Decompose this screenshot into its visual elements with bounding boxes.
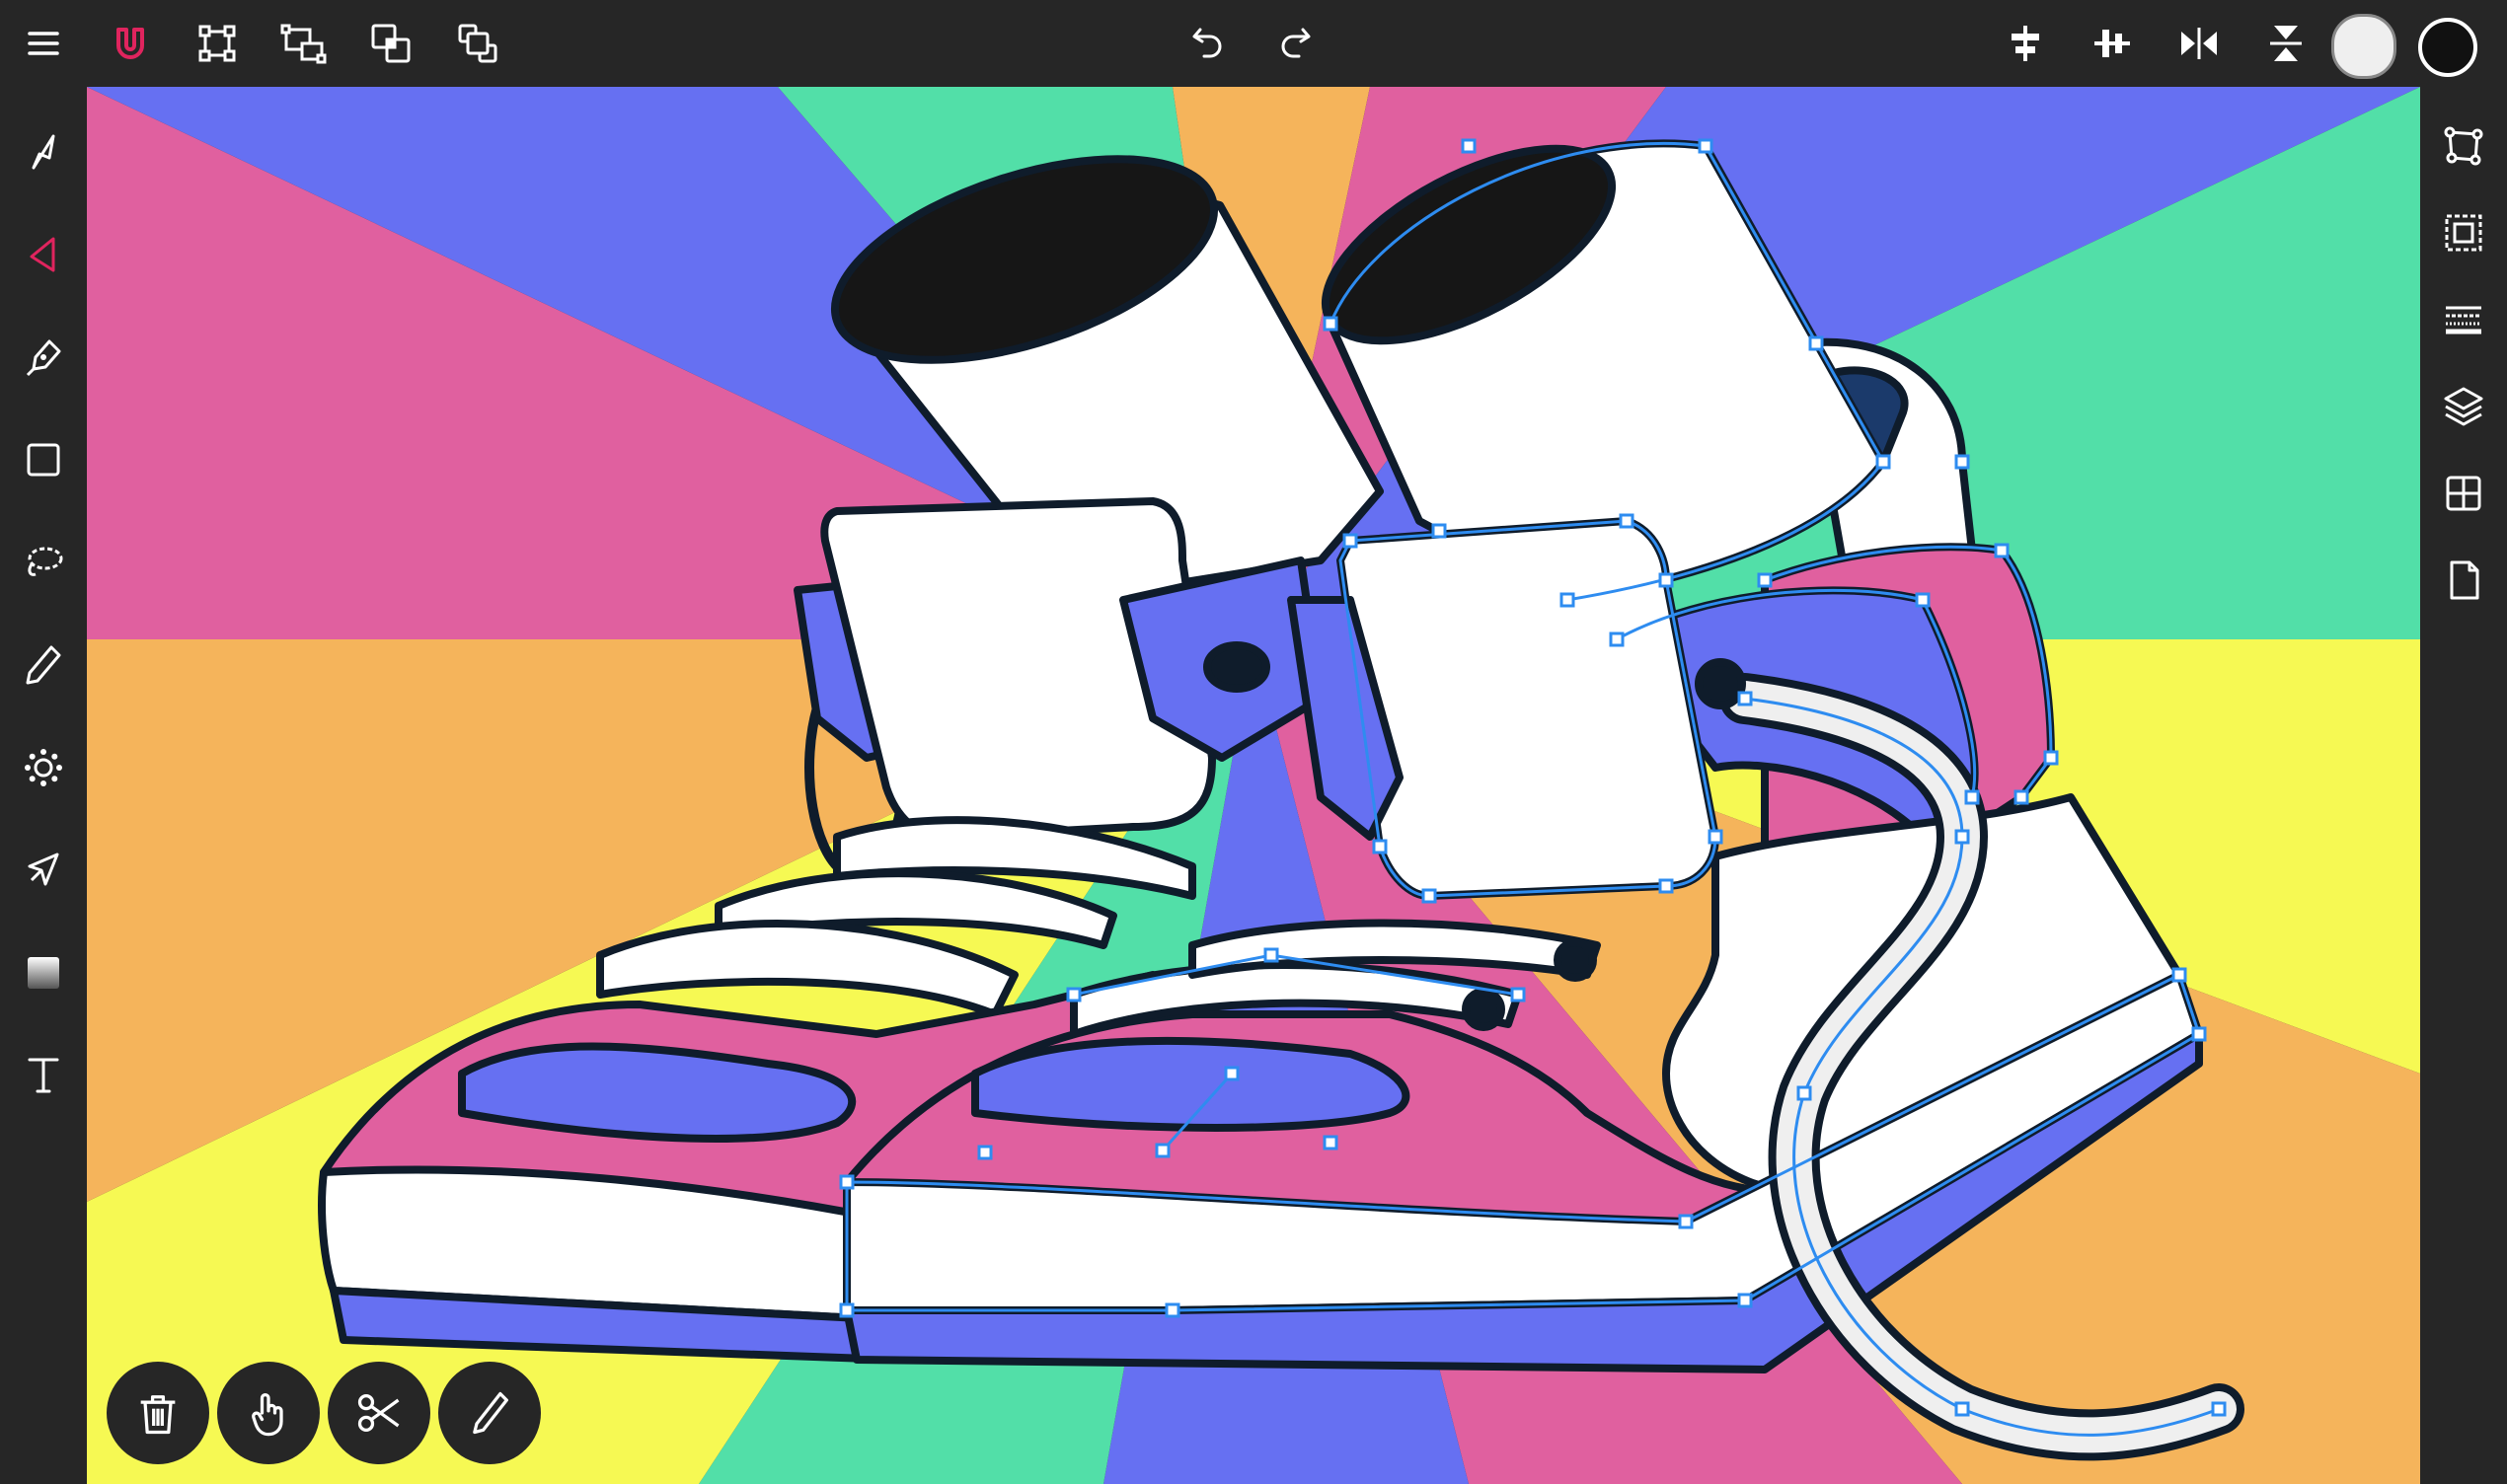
fill-color-swatch[interactable]	[2331, 14, 2396, 79]
scissors-icon	[357, 1394, 400, 1432]
pen-tool-icon[interactable]	[12, 326, 75, 389]
shape-tool-icon[interactable]	[12, 428, 75, 491]
distribute-icon[interactable]	[274, 14, 334, 73]
hand-pointer-icon	[252, 1393, 283, 1437]
top-toolbar	[0, 0, 2507, 87]
stroke-color-swatch[interactable]	[2418, 18, 2477, 77]
text-tool-icon[interactable]	[12, 1044, 75, 1107]
trash-icon	[140, 1395, 176, 1435]
transform-panel-icon[interactable]	[2432, 114, 2495, 178]
pencil-tool-icon[interactable]	[12, 633, 75, 697]
brush-tool-icon[interactable]	[12, 736, 75, 799]
align-horizontal-icon[interactable]	[1996, 14, 2055, 73]
menu-icon[interactable]	[14, 14, 73, 73]
touch-modifier-button[interactable]	[217, 1362, 320, 1464]
left-toolbar	[0, 87, 87, 1484]
layers-panel-icon[interactable]	[2432, 375, 2495, 438]
artwork	[87, 87, 2420, 1484]
transform-icon[interactable]	[188, 14, 247, 73]
node-tool-icon[interactable]	[12, 223, 75, 286]
knife-tool-icon[interactable]	[12, 839, 75, 902]
flip-horizontal-icon[interactable]	[2169, 14, 2229, 73]
undo-icon[interactable]	[1178, 14, 1238, 73]
smooth-node-button[interactable]	[438, 1362, 541, 1464]
arrange-icon[interactable]	[448, 14, 507, 73]
selection-panel-icon[interactable]	[2432, 201, 2495, 264]
grid-panel-icon[interactable]	[2432, 462, 2495, 525]
lasso-tool-icon[interactable]	[12, 531, 75, 594]
redo-icon[interactable]	[1265, 14, 1325, 73]
gradient-tool-icon[interactable]	[12, 941, 75, 1004]
right-toolbar	[2420, 87, 2507, 1484]
snapping-magnet-icon[interactable]	[101, 14, 160, 73]
cut-path-button[interactable]	[328, 1362, 430, 1464]
delete-node-button[interactable]	[107, 1362, 209, 1464]
style-panel-icon[interactable]	[2432, 288, 2495, 351]
boolean-icon[interactable]	[361, 14, 420, 73]
pen-stroke-icon	[473, 1391, 508, 1435]
flip-vertical-icon[interactable]	[2256, 14, 2316, 73]
move-tool-icon[interactable]	[12, 120, 75, 184]
document-panel-icon[interactable]	[2432, 549, 2495, 612]
drawing-canvas[interactable]	[87, 87, 2420, 1484]
align-vertical-icon[interactable]	[2083, 14, 2142, 73]
